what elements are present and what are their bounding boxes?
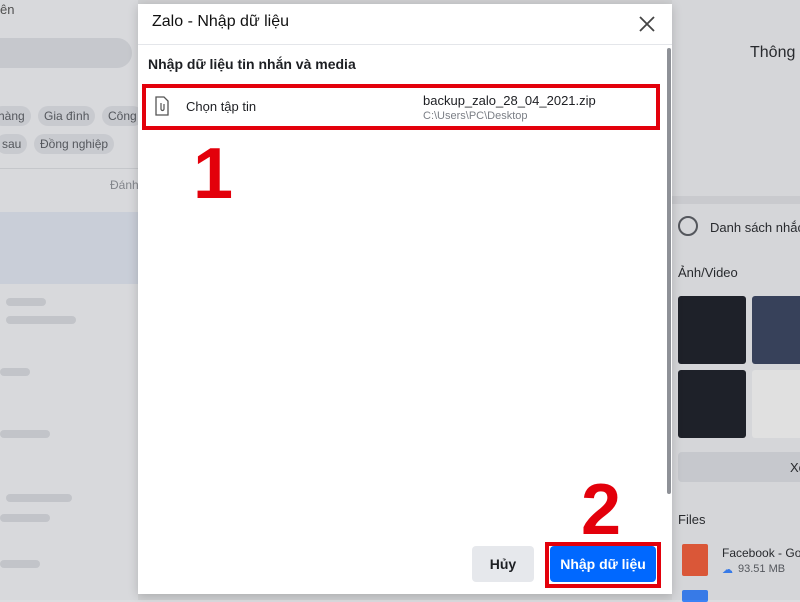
annotation-number-2: 2: [581, 470, 622, 550]
close-button[interactable]: [635, 12, 659, 36]
cancel-button[interactable]: Hủy: [472, 546, 534, 582]
dialog-title: Zalo - Nhập dữ liệu: [152, 13, 289, 30]
annotation-box-step1: [142, 84, 660, 130]
scrollbar[interactable]: [667, 48, 671, 494]
dialog-header: Zalo - Nhập dữ liệu: [138, 4, 672, 45]
annotation-number-1: 1: [193, 134, 234, 214]
section-title: Nhập dữ liệu tin nhắn và media: [148, 56, 356, 72]
close-icon: [639, 16, 655, 32]
